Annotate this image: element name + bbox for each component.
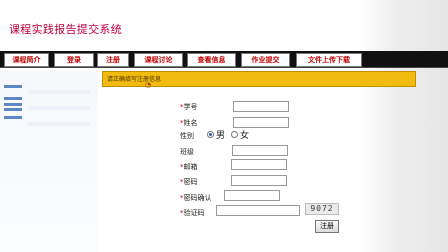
captcha-image: 9072 — [305, 203, 339, 215]
field-label-email: *邮箱 — [180, 163, 198, 171]
name-input[interactable] — [233, 117, 289, 128]
sidebar-block — [28, 122, 90, 126]
sidebar-link[interactable] — [4, 103, 22, 106]
sidebar-link[interactable] — [4, 85, 22, 88]
main-nav: 课程简介 登录 注册 课程讨论 查看信息 作业提交 文件上传下载 — [0, 51, 448, 68]
nav-login[interactable]: 登录 — [54, 53, 94, 67]
cursor-icon: ◔ — [145, 81, 152, 89]
site-title: 课程实践报告提交系统 — [9, 23, 122, 36]
student-id-input[interactable] — [233, 101, 289, 112]
password-confirm-input[interactable] — [224, 190, 280, 201]
sidebar — [0, 70, 98, 252]
register-submit-button[interactable]: 注册 — [315, 220, 339, 233]
gender-female-radio[interactable] — [231, 131, 238, 138]
field-label-password-confirm: *密码确认 — [180, 194, 212, 202]
sidebar-block — [28, 90, 90, 94]
nav-homework-submit[interactable]: 作业提交 — [241, 53, 290, 67]
field-label-password: *密码 — [180, 178, 198, 186]
email-input[interactable] — [231, 159, 287, 170]
field-label-name: *姓名 — [180, 119, 198, 127]
field-label-gender: 性别 — [180, 132, 194, 140]
nav-view-info[interactable]: 查看信息 — [187, 53, 236, 67]
sidebar-link[interactable] — [4, 108, 22, 111]
field-label-class: 班级 — [180, 148, 194, 156]
sidebar-block — [28, 106, 90, 110]
gender-male-radio[interactable] — [207, 131, 214, 138]
password-input[interactable] — [231, 175, 287, 186]
field-label-captcha: *验证码 — [180, 209, 205, 217]
nav-course-discussion[interactable]: 课程讨论 — [134, 53, 183, 67]
gender-female-label: 女 — [240, 131, 250, 141]
banner-text: 请正确填写注册信息 — [107, 76, 162, 83]
class-input[interactable] — [232, 145, 288, 156]
captcha-input[interactable] — [216, 205, 300, 216]
sidebar-link[interactable] — [4, 116, 22, 119]
nav-register[interactable]: 注册 — [97, 53, 129, 67]
page-edge-shade — [360, 0, 448, 252]
field-label-student-id: *学号 — [180, 103, 198, 111]
info-banner: 请正确填写注册信息 ◔ — [102, 71, 416, 89]
gender-male-label: 男 — [216, 131, 226, 141]
nav-file-transfer[interactable]: 文件上传下载 — [296, 53, 362, 67]
sidebar-link[interactable] — [4, 97, 22, 100]
nav-course-intro[interactable]: 课程简介 — [4, 53, 49, 67]
